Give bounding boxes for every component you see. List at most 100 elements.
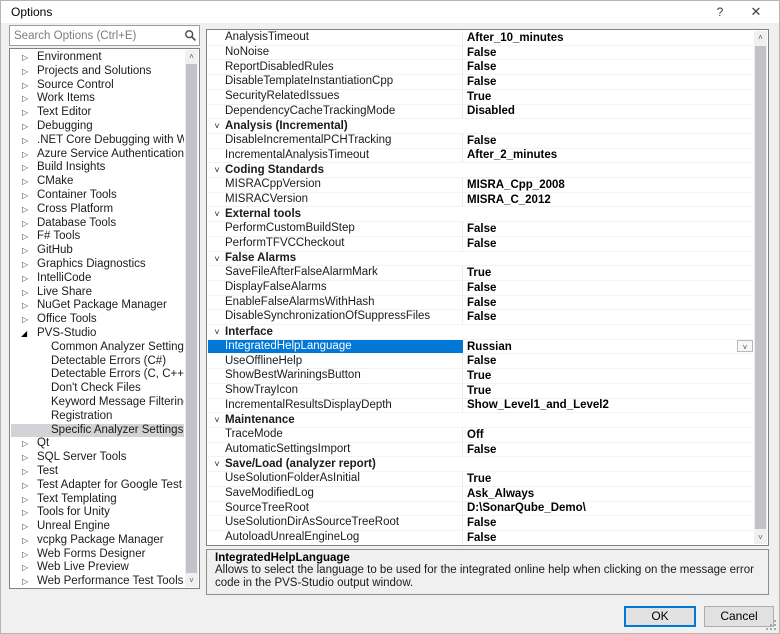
scroll-down-icon[interactable]: ˅ [754, 531, 767, 544]
property-row[interactable]: AutomaticSettingsImportFalse [208, 443, 753, 458]
search-icon[interactable] [181, 28, 199, 44]
property-value[interactable]: False [463, 282, 753, 294]
property-value[interactable]: True [463, 385, 753, 397]
property-row[interactable]: UseSolutionFolderAsInitialTrue [208, 472, 753, 487]
property-name[interactable]: SaveModifiedLog [208, 487, 463, 501]
property-value[interactable]: Off [463, 429, 753, 441]
sidebar-item[interactable]: Detectable Errors (C, C++) [11, 368, 184, 382]
tree-scrollbar-thumb[interactable] [186, 64, 197, 573]
sidebar-item[interactable]: ▷Live Share [11, 286, 184, 300]
sidebar-item[interactable]: ▷Web Forms Designer [11, 548, 184, 562]
tree-collapsed-icon[interactable]: ▷ [22, 272, 28, 286]
property-row[interactable]: DisableSynchronizationOfSuppressFilesFal… [208, 310, 753, 325]
sidebar-item[interactable]: ▷Environment [11, 51, 184, 65]
property-value[interactable]: False [463, 532, 753, 544]
tree-collapsed-icon[interactable]: ▷ [22, 203, 28, 217]
property-row[interactable]: EnableFalseAlarmsWithHashFalse [208, 296, 753, 311]
property-name[interactable]: AnalysisTimeout [208, 31, 463, 45]
property-value[interactable]: Disabled [463, 105, 753, 117]
ok-button[interactable]: OK [624, 606, 696, 627]
tree-collapsed-icon[interactable]: ▷ [22, 189, 28, 203]
property-row[interactable]: DisableTemplateInstantiationCppFalse [208, 75, 753, 90]
sidebar-item[interactable]: ▷NuGet Package Manager [11, 299, 184, 313]
property-name[interactable]: IncrementalAnalysisTimeout [208, 149, 463, 163]
sidebar-item[interactable]: Specific Analyzer Settings [11, 424, 184, 438]
tree-collapsed-icon[interactable]: ▷ [22, 92, 28, 106]
property-value[interactable]: Russian [463, 341, 753, 353]
tree-collapsed-icon[interactable]: ▷ [22, 575, 28, 587]
property-value[interactable]: True [463, 370, 753, 382]
category-collapse-icon[interactable]: ˅ [211, 207, 223, 222]
sidebar-item[interactable]: ▷Unreal Engine [11, 520, 184, 534]
property-value[interactable]: Show_Level1_and_Level2 [463, 399, 753, 411]
property-value[interactable]: After_2_minutes [463, 149, 753, 161]
sidebar-item[interactable]: Detectable Errors (C#) [11, 355, 184, 369]
tree-collapsed-icon[interactable]: ▷ [22, 106, 28, 120]
property-value[interactable]: False [463, 444, 753, 456]
property-name[interactable]: MISRACVersion [208, 193, 463, 207]
property-row[interactable]: ShowTrayIconTrue [208, 384, 753, 399]
sidebar-item[interactable]: ▷Web Live Preview [11, 561, 184, 575]
property-value[interactable]: False [463, 61, 753, 73]
category-collapse-icon[interactable]: ˅ [211, 163, 223, 178]
tree-collapsed-icon[interactable]: ▷ [22, 520, 28, 534]
tree-collapsed-icon[interactable]: ▷ [22, 561, 28, 575]
tree-collapsed-icon[interactable]: ▷ [22, 244, 28, 258]
property-name[interactable]: UseOfflineHelp [208, 354, 463, 368]
property-value[interactable]: False [463, 311, 753, 323]
sidebar-item[interactable]: Common Analyzer Settings [11, 341, 184, 355]
property-row[interactable]: ReportDisabledRulesFalse [208, 60, 753, 75]
property-row[interactable]: SecurityRelatedIssuesTrue [208, 90, 753, 105]
tree-collapsed-icon[interactable]: ▷ [22, 175, 28, 189]
tree-collapsed-icon[interactable]: ▷ [22, 299, 28, 313]
property-row[interactable]: UseOfflineHelpFalse [208, 354, 753, 369]
sidebar-item[interactable]: ▷vcpkg Package Manager [11, 534, 184, 548]
tree-collapsed-icon[interactable]: ▷ [22, 258, 28, 272]
search-input[interactable] [10, 30, 181, 42]
property-row[interactable]: SourceTreeRootD:\SonarQube_Demo\ [208, 502, 753, 517]
property-name[interactable]: DisplayFalseAlarms [208, 281, 463, 295]
tree-expanded-icon[interactable]: ◢ [21, 327, 27, 341]
tree-collapsed-icon[interactable]: ▷ [22, 286, 28, 300]
property-row[interactable]: AutoloadUnrealEngineLogFalse [208, 531, 753, 546]
sidebar-item[interactable]: ▷GitHub [11, 244, 184, 258]
property-row[interactable]: IncrementalResultsDisplayDepthShow_Level… [208, 399, 753, 414]
grid-scrollbar-thumb[interactable] [755, 46, 766, 529]
scroll-up-icon[interactable]: ˄ [754, 31, 767, 44]
category-collapse-icon[interactable]: ˅ [211, 325, 223, 340]
property-name[interactable]: DependencyCacheTrackingMode [208, 105, 463, 119]
sidebar-item[interactable]: ▷IntelliCode [11, 272, 184, 286]
category-row[interactable]: ˅External tools [208, 207, 753, 222]
sidebar-item[interactable]: ▷Container Tools [11, 189, 184, 203]
sidebar-item[interactable]: ▷CMake [11, 175, 184, 189]
category-row[interactable]: ˅Save/Load (analyzer report) [208, 457, 753, 472]
property-row[interactable]: IntegratedHelpLanguageRussian˅ [208, 340, 753, 355]
property-name[interactable]: DisableSynchronizationOfSuppressFiles [208, 310, 463, 324]
search-box[interactable] [9, 25, 200, 46]
tree-collapsed-icon[interactable]: ▷ [22, 479, 28, 493]
property-name[interactable]: ShowBestWariningsButton [208, 369, 463, 383]
property-name[interactable]: UseSolutionFolderAsInitial [208, 472, 463, 486]
property-row[interactable]: MISRACVersionMISRA_C_2012 [208, 193, 753, 208]
category-row[interactable]: ˅Coding Standards [208, 163, 753, 178]
tree-collapsed-icon[interactable]: ▷ [22, 437, 28, 451]
category-collapse-icon[interactable]: ˅ [211, 252, 223, 267]
property-value[interactable]: After_10_minutes [463, 32, 753, 44]
category-row[interactable]: ˅Interface [208, 325, 753, 340]
property-row[interactable]: SaveFileAfterFalseAlarmMarkTrue [208, 266, 753, 281]
category-row[interactable]: ˅False Alarms [208, 252, 753, 267]
sidebar-item[interactable]: ▷Source Control [11, 79, 184, 93]
property-value[interactable]: False [463, 297, 753, 309]
tree-collapsed-icon[interactable]: ▷ [22, 134, 28, 148]
property-name[interactable]: UseSolutionDirAsSourceTreeRoot [208, 516, 463, 530]
property-name[interactable]: TraceMode [208, 428, 463, 442]
property-name[interactable]: AutoloadUnrealEngineLog [208, 531, 463, 545]
tree-collapsed-icon[interactable]: ▷ [22, 120, 28, 134]
scroll-down-icon[interactable]: ˅ [185, 574, 198, 587]
sidebar-item[interactable]: ▷.NET Core Debugging with WSL [11, 134, 184, 148]
sidebar-item[interactable]: ▷Office Tools [11, 313, 184, 327]
property-row[interactable]: NoNoiseFalse [208, 46, 753, 61]
property-value[interactable]: True [463, 91, 753, 103]
sidebar-item[interactable]: Keyword Message Filtering [11, 396, 184, 410]
sidebar-item[interactable]: ▷Test [11, 465, 184, 479]
